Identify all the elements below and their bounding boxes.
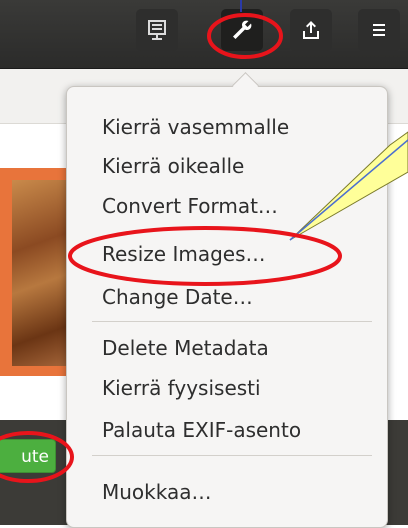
- wrench-icon: [233, 20, 252, 39]
- menu-item-delete-metadata[interactable]: Delete Metadata: [102, 331, 269, 365]
- menu-item-rotate-right[interactable]: Kierrä oikealle: [102, 149, 244, 183]
- menu-item-resize-images[interactable]: Resize Images…: [102, 237, 266, 271]
- tools-button[interactable]: [221, 9, 263, 51]
- main-menu-button[interactable]: [358, 9, 400, 51]
- presentation-icon: [148, 20, 166, 40]
- menu-item-change-date[interactable]: Change Date…: [102, 280, 253, 314]
- menu-item-edit[interactable]: Muokkaa…: [102, 475, 212, 509]
- presentation-button[interactable]: [136, 9, 178, 51]
- thumbnail-photo: [12, 180, 72, 366]
- share-icon: [303, 21, 319, 39]
- share-button[interactable]: [290, 9, 332, 51]
- menu-item-rotate-left[interactable]: Kierrä vasemmalle: [102, 110, 289, 144]
- header-bar: [0, 0, 408, 69]
- menu-item-convert-format[interactable]: Convert Format…: [102, 189, 278, 223]
- green-action-button[interactable]: ute: [0, 439, 56, 473]
- menu-item-restore-exif-orientation[interactable]: Palauta EXIF-asento: [102, 413, 301, 447]
- hamburger-menu-icon: [373, 24, 385, 36]
- menu-separator: [92, 455, 372, 456]
- menu-separator: [92, 321, 372, 322]
- menu-item-rotate-physically[interactable]: Kierrä fyysisesti: [102, 371, 261, 405]
